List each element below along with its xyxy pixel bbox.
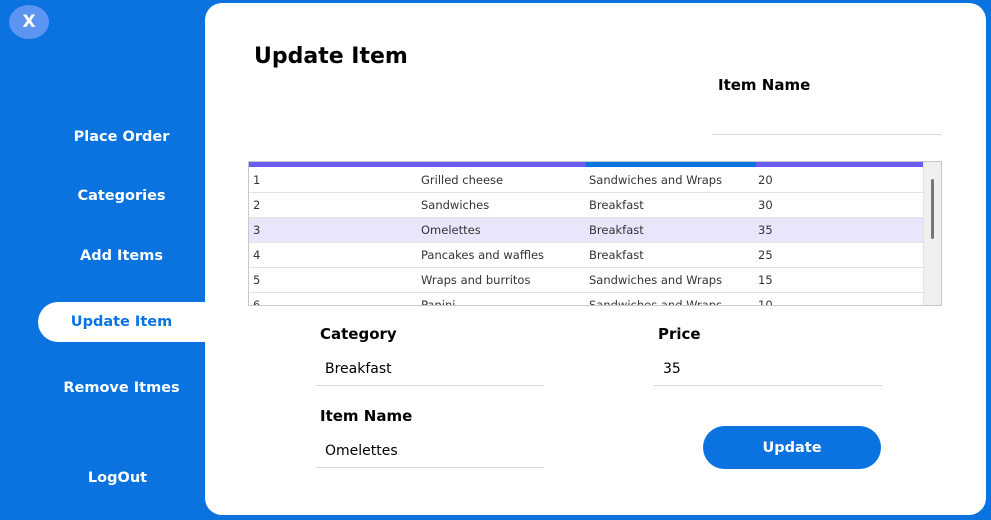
cell-name: Panini [421,298,456,306]
cell-name: Sandwiches [421,198,490,212]
cell-name: Wraps and burritos [421,273,531,287]
search-item-name-label: Item Name [718,76,811,94]
cell-price: 35 [758,223,773,237]
table-row[interactable]: 5 Wraps and burritos Sandwiches and Wrap… [249,268,923,293]
cell-name: Pancakes and waffles [421,248,545,262]
sidebar-item-logout[interactable]: LogOut [0,458,235,498]
table-row[interactable]: 2 Sandwiches Breakfast 30 [249,193,923,218]
cell-id: 6 [253,298,261,306]
sidebar-item-remove-items[interactable]: Remove Itmes [38,368,205,408]
cell-price: 20 [758,173,773,187]
table-scrollbar[interactable] [923,162,941,305]
search-item-name-input[interactable] [712,104,941,135]
close-button[interactable]: X [9,5,49,39]
cell-id: 3 [253,223,261,237]
table-row-selected[interactable]: 3 Omelettes Breakfast 35 [249,218,923,243]
cell-price: 25 [758,248,773,262]
scrollbar-thumb[interactable] [931,179,934,239]
update-button[interactable]: Update [703,426,881,469]
category-field[interactable] [316,353,544,386]
item-name-label: Item Name [320,407,413,425]
table-row[interactable]: 4 Pancakes and waffles Breakfast 25 [249,243,923,268]
table-row[interactable]: 1 Grilled cheese Sandwiches and Wraps 20 [249,168,923,193]
cell-category: Breakfast [589,248,644,262]
cell-category: Sandwiches and Wraps [589,173,723,187]
cell-id: 4 [253,248,261,262]
sidebar-item-categories[interactable]: Categories [38,176,205,216]
cell-category: Sandwiches and Wraps [589,273,723,287]
sidebar-item-add-items[interactable]: Add Items [38,236,205,276]
price-field[interactable] [654,353,882,386]
header-bar [249,162,586,167]
cell-price: 10 [758,298,773,306]
sidebar-item-update-item[interactable]: Update Item [38,302,205,342]
items-table[interactable]: 1 Grilled cheese Sandwiches and Wraps 20… [248,161,942,306]
cell-price: 30 [758,198,773,212]
header-bar [586,162,756,167]
cell-id: 2 [253,198,261,212]
table-row[interactable]: 6 Panini Sandwiches and Wraps 10 [249,293,923,306]
header-bar [756,162,923,167]
cell-category: Breakfast [589,223,644,237]
cell-id: 5 [253,273,261,287]
price-label: Price [658,325,701,343]
cell-category: Sandwiches and Wraps [589,298,723,306]
cell-name: Grilled cheese [421,173,504,187]
cell-price: 15 [758,273,773,287]
cell-category: Breakfast [589,198,644,212]
table-header [249,162,923,167]
category-label: Category [320,325,397,343]
cell-name: Omelettes [421,223,481,237]
main-panel: Update Item Item Name 1 Grilled cheese S… [205,3,986,515]
page-title: Update Item [254,44,408,69]
sidebar-item-place-order[interactable]: Place Order [38,117,205,157]
cell-id: 1 [253,173,261,187]
item-name-field[interactable] [316,435,544,468]
